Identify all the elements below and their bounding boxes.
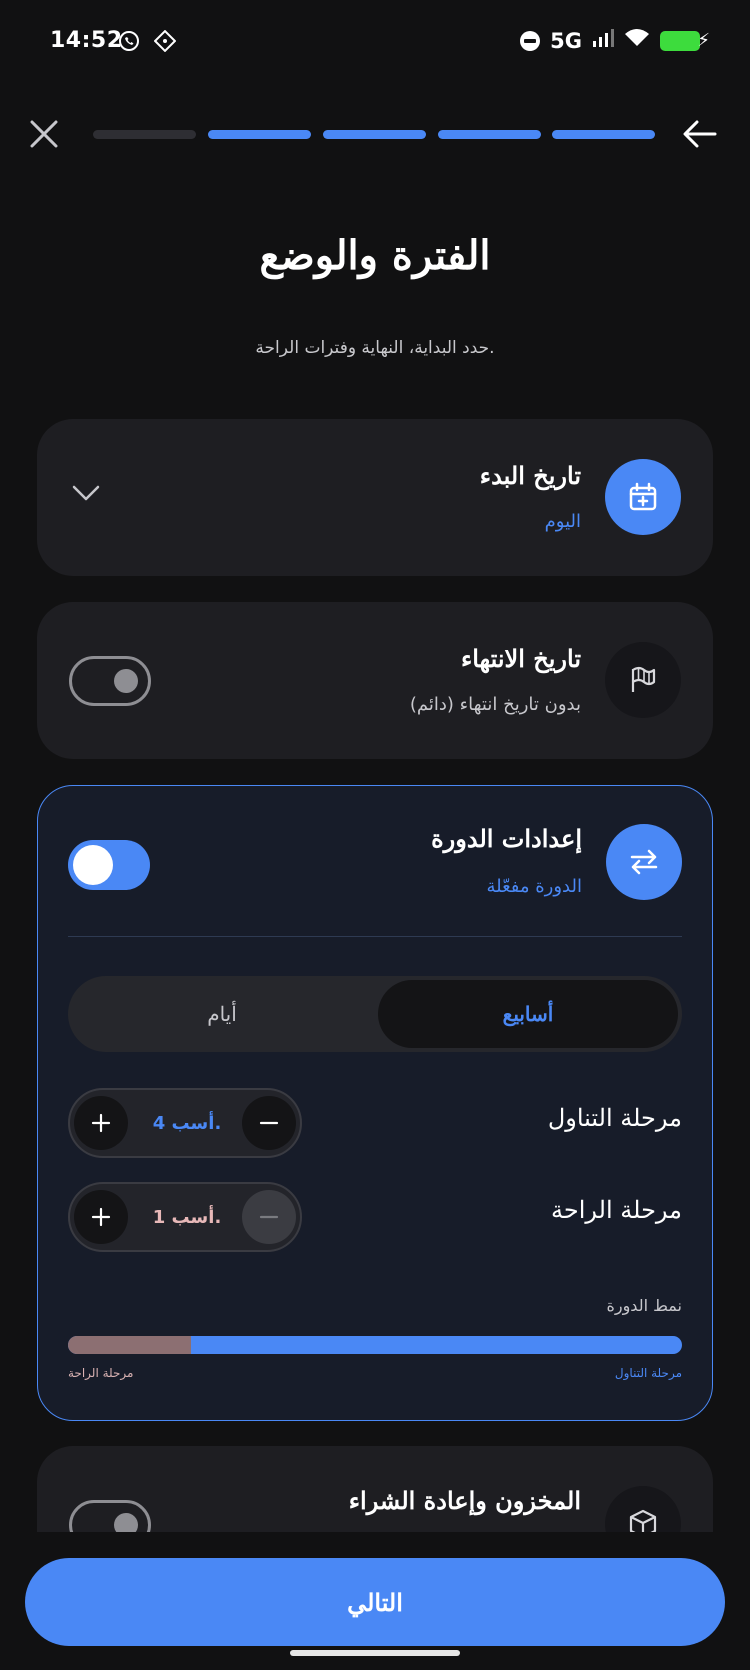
inventory-title: المخزون وإعادة الشراء: [348, 1486, 581, 1515]
progress-step: [552, 130, 655, 139]
start-date-icon-circle: [605, 459, 681, 535]
signal-icon: [592, 28, 614, 53]
cycle-unit-selector: أسابيع أيام: [68, 976, 682, 1052]
end-date-toggle[interactable]: [69, 656, 151, 706]
battery-charging-icon: ⚡: [660, 30, 710, 51]
cycle-pattern-bar: [68, 1336, 682, 1354]
cycle-settings-card: إعدادات الدورة الدورة مفعّلة أسابيع أيام…: [37, 785, 713, 1421]
next-button[interactable]: التالي: [25, 1558, 725, 1646]
calendar-plus-icon: [629, 482, 657, 511]
on-phase-legend: مرحلة التناول: [614, 1366, 682, 1380]
progress-step: [323, 130, 426, 139]
start-date-title: تاريخ البدء: [479, 461, 581, 490]
increment-button[interactable]: [74, 1096, 128, 1150]
minus-icon: [259, 1121, 279, 1125]
divider: [68, 936, 682, 937]
off-phase-stepper: 1 أسب.: [68, 1182, 302, 1252]
wifi-icon: [624, 28, 650, 53]
swap-arrows-icon: [630, 849, 658, 875]
toggle-knob: [73, 845, 113, 885]
toggle-knob: [114, 669, 138, 693]
home-indicator: [290, 1650, 460, 1656]
on-phase-stepper: 4 أسب.: [68, 1088, 302, 1158]
on-phase-label: مرحلة التناول: [547, 1104, 682, 1132]
cycle-title: إعدادات الدورة: [431, 824, 582, 853]
close-button[interactable]: [26, 116, 62, 152]
off-phase-label: مرحلة الراحة: [551, 1196, 682, 1224]
off-phase-value: 1 أسب.: [152, 1206, 222, 1228]
rest-phase-segment: [68, 1336, 191, 1354]
network-type: 5G: [550, 28, 582, 53]
app-icon: [153, 29, 177, 56]
unit-option-weeks[interactable]: أسابيع: [378, 980, 678, 1048]
page-title: الفترة والوضع: [259, 232, 491, 279]
progress-step: [208, 130, 311, 139]
cycle-toggle[interactable]: [68, 840, 150, 890]
on-phase-value: 4 أسب.: [152, 1112, 222, 1134]
arrow-left-icon: [683, 120, 717, 148]
step-progress: [93, 130, 655, 139]
end-date-icon-circle: [605, 642, 681, 718]
start-date-card[interactable]: تاريخ البدء اليوم: [37, 419, 713, 576]
flag-icon: [631, 666, 656, 692]
progress-step: [93, 130, 196, 139]
cycle-status: الدورة مفعّلة: [486, 876, 582, 897]
start-date-value: اليوم: [544, 511, 581, 532]
end-date-title: تاريخ الانتهاء: [460, 644, 581, 673]
status-time: 14:52: [50, 28, 123, 53]
plus-icon: [91, 1207, 111, 1227]
end-date-value: بدون تاريخ انتهاء (دائم): [409, 694, 581, 715]
page-subtitle: حدد البداية، النهاية وفترات الراحة.: [255, 338, 495, 358]
do-not-disturb-icon: [520, 30, 541, 51]
decrement-button[interactable]: [242, 1096, 296, 1150]
off-phase-legend: مرحلة الراحة: [68, 1366, 134, 1380]
cycle-pattern-label: نمط الدورة: [606, 1296, 682, 1315]
decrement-button[interactable]: [242, 1190, 296, 1244]
back-button[interactable]: [680, 116, 720, 152]
minus-icon: [259, 1215, 279, 1219]
whatsapp-icon: [118, 30, 140, 56]
progress-step: [438, 130, 541, 139]
end-date-card: تاريخ الانتهاء بدون تاريخ انتهاء (دائم): [37, 602, 713, 759]
unit-option-days[interactable]: أيام: [72, 980, 372, 1048]
chevron-down-icon[interactable]: [71, 483, 101, 507]
plus-icon: [91, 1113, 111, 1133]
close-icon: [30, 120, 58, 148]
increment-button[interactable]: [74, 1190, 128, 1244]
cycle-icon-circle: [606, 824, 682, 900]
